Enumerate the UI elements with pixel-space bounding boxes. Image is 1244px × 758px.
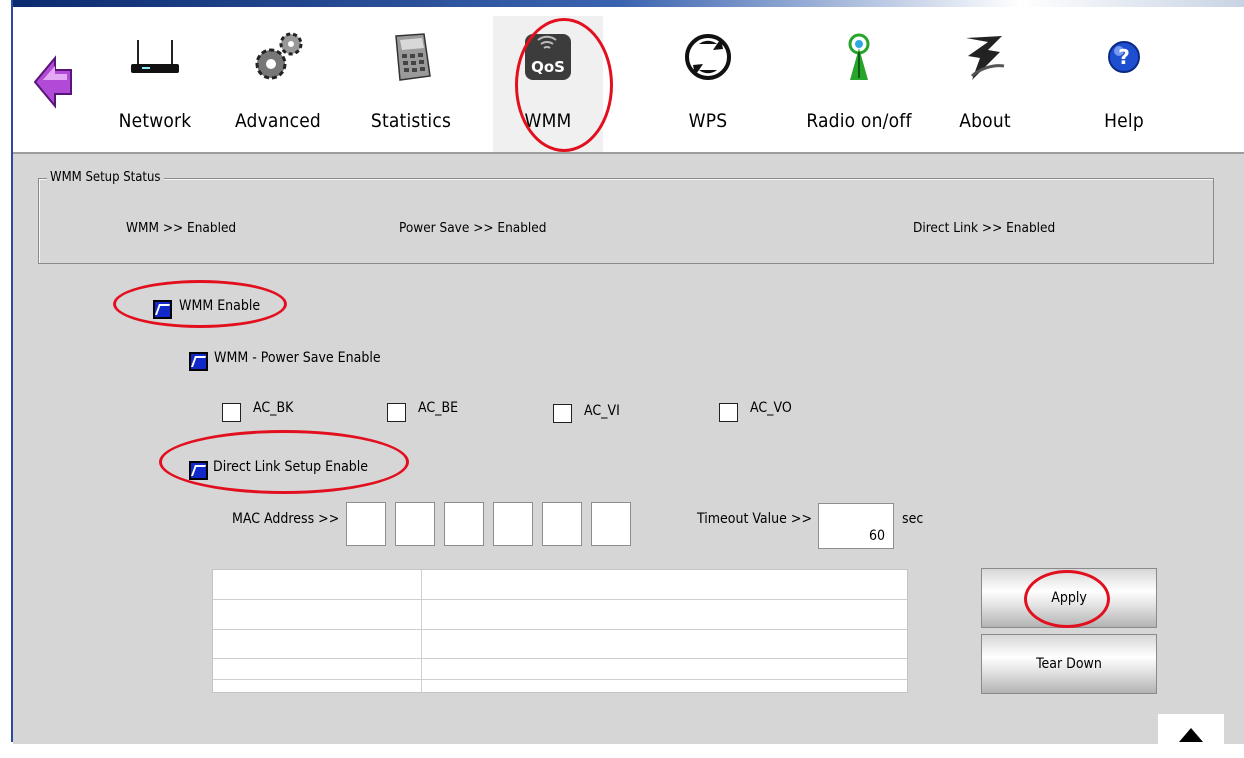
gears-icon [251,30,305,84]
toolbar-network-button[interactable]: Network [100,16,210,154]
timeout-unit: sec [902,511,924,527]
toolbar-wps-label: WPS [688,110,728,132]
mac-address-field-2[interactable] [395,502,435,546]
direct-link-table[interactable] [212,569,908,693]
window-left-border [0,0,13,742]
toolbar-statistics-button[interactable]: Statistics [356,16,466,154]
status-wmm: WMM >> Enabled [126,220,237,236]
ac-vi-label: AC_VI [584,403,620,419]
toolbar-statistics-label: Statistics [370,110,452,132]
scroll-up-corner[interactable] [1158,714,1224,754]
ac-vo-checkbox[interactable] [719,403,738,422]
power-save-enable-checkbox[interactable] [189,352,208,371]
ac-vi-checkbox[interactable] [553,404,572,423]
radio-antenna-icon [832,30,886,84]
power-save-enable-label: WMM - Power Save Enable [214,350,381,366]
toolbar-about-label: About [959,110,1011,132]
ac-be-checkbox[interactable] [387,403,406,422]
toolbar-wps-button[interactable]: WPS [653,16,763,154]
toolbar-advanced-button[interactable]: Advanced [223,16,333,154]
ac-bk-checkbox[interactable] [222,403,241,422]
toolbar-radio-label: Radio on/off [806,110,912,132]
router-icon [128,30,182,84]
table-row-divider [213,599,907,600]
mac-address-field-3[interactable] [444,502,484,546]
ac-vo-label: AC_VO [750,400,792,416]
calculator-icon [384,30,438,84]
ac-bk-label: AC_BK [253,400,294,416]
toolbar: Network Advanced Statistics QoS WMM WPS … [13,10,1244,154]
toolbar-help-button[interactable]: ? Help [1069,16,1179,154]
help-icon: ? [1097,30,1151,84]
mac-address-field-5[interactable] [542,502,582,546]
status-direct-link: Direct Link >> Enabled [913,220,1056,236]
toolbar-network-label: Network [118,110,192,132]
svg-text:?: ? [1118,45,1130,69]
about-logo-icon [958,30,1012,84]
wmm-highlight-circle [515,18,613,152]
mac-address-field-4[interactable] [493,502,533,546]
tear-down-button[interactable]: Tear Down [981,634,1157,694]
toolbar-radio-button[interactable]: Radio on/off [789,16,929,154]
table-row-divider [213,658,907,659]
status-power-save: Power Save >> Enabled [399,220,547,236]
status-group-title: WMM Setup Status [47,170,164,185]
apply-highlight-circle [1024,570,1110,628]
mac-address-field-6[interactable] [591,502,631,546]
mac-address-field-1[interactable] [346,502,386,546]
toolbar-about-button[interactable]: About [930,16,1040,154]
wmm-panel: WMM Setup Status WMM >> Enabled Power Sa… [13,152,1244,754]
wmm-enable-highlight [113,280,287,328]
table-column-divider [421,570,422,692]
timeout-label: Timeout Value >> [697,511,812,527]
toolbar-help-label: Help [1104,110,1144,132]
back-arrow-icon[interactable] [33,52,73,112]
timeout-input[interactable]: 60 [818,503,894,549]
direct-link-highlight [159,430,409,494]
toolbar-advanced-label: Advanced [234,110,321,132]
wps-icon [681,30,735,84]
mac-address-label: MAC Address >> [232,511,340,527]
table-row-divider [213,629,907,630]
table-row-divider [213,679,907,680]
ac-be-label: AC_BE [418,400,459,416]
window-top-border [0,0,1244,7]
